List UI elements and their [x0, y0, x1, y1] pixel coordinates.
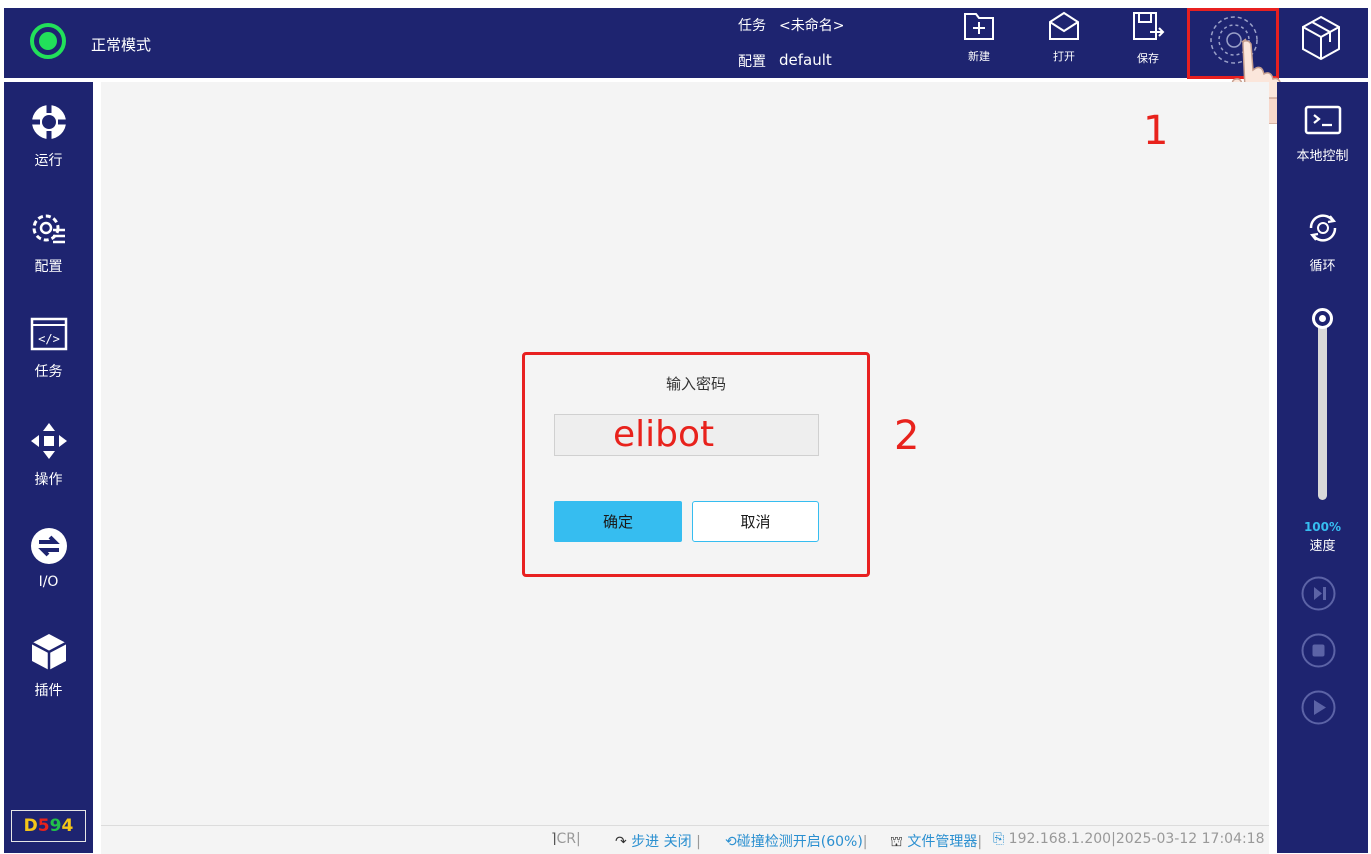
task-code-icon: </>: [29, 315, 69, 353]
badge-char: 9: [49, 816, 62, 836]
config-key: 配置: [738, 54, 766, 70]
annotation-step-1: 1: [1143, 108, 1169, 154]
local-control-button[interactable]: 本地控制: [1277, 104, 1368, 164]
sidebar-item-config[interactable]: 配置: [4, 208, 93, 276]
password-value: elibot: [613, 414, 715, 455]
speed-slider-track[interactable]: [1318, 320, 1327, 500]
step-play-button[interactable]: [1300, 575, 1337, 612]
step-status[interactable]: ↷ 步进 关闭 |: [615, 831, 701, 851]
robot-logo-icon[interactable]: [1299, 14, 1343, 62]
annotation-step-2: 2: [894, 413, 920, 459]
stop-button[interactable]: [1300, 632, 1337, 669]
confirm-button[interactable]: 确定: [554, 501, 682, 542]
file-manager-link[interactable]: ⛫ 文件管理器|: [890, 831, 982, 852]
loop-button[interactable]: 循环: [1277, 208, 1368, 274]
config-value[interactable]: default: [779, 51, 832, 69]
save-button[interactable]: 保存: [1123, 10, 1173, 66]
network-icon: ⎘: [993, 831, 1005, 847]
network-status: ⎘ 192.168.1.200|2025-03-12 17:04:18: [993, 831, 1265, 847]
cancel-button[interactable]: 取消: [692, 501, 819, 542]
password-input[interactable]: elibot: [554, 414, 819, 456]
sidebar-item-label: 任务: [34, 364, 63, 380]
new-file-icon: [961, 10, 997, 42]
datetime: 2025-03-12 17:04:18: [1115, 831, 1265, 847]
sidebar-item-label: 运行: [34, 153, 63, 169]
terminal-icon: [1303, 104, 1343, 138]
step-state: 关闭: [663, 834, 692, 850]
speed-label: 速度: [1309, 539, 1336, 554]
sidebar-item-label: 配置: [34, 259, 63, 275]
status-bar: ⌉CR| ↷ 步进 关闭 | ⟲碰撞检测开启(60%)| ⛫ 文件管理器| ⎘ …: [101, 825, 1269, 854]
step-label: 步进: [631, 834, 660, 850]
play-button[interactable]: [1300, 689, 1337, 726]
collision-icon: ⟲: [725, 834, 737, 850]
file-manager-icon: ⛫: [890, 834, 903, 850]
badge-char: 4: [61, 816, 74, 836]
new-button[interactable]: 新建: [954, 10, 1004, 64]
file-manager-label: 文件管理器: [907, 834, 978, 850]
loop-label: 循环: [1309, 259, 1336, 274]
status-indicator-icon: [29, 22, 67, 60]
io-arrows-icon: [29, 526, 69, 566]
ip-address: 192.168.1.200: [1008, 831, 1112, 847]
move-arrows-icon: [29, 421, 69, 461]
dialog-title: 输入密码: [665, 375, 726, 393]
mode-label: 正常模式: [91, 36, 152, 54]
task-value[interactable]: <未命名>: [779, 15, 844, 35]
sidebar-item-operate[interactable]: 操作: [4, 421, 93, 489]
cr-status: ⌉CR|: [551, 831, 581, 847]
svg-text:</>: </>: [38, 332, 60, 346]
local-control-label: 本地控制: [1296, 149, 1349, 164]
sidebar-item-label: 插件: [34, 683, 63, 699]
task-key: 任务: [738, 18, 766, 34]
cr-label: CR: [556, 831, 576, 847]
speed-slider-handle[interactable]: [1312, 308, 1333, 329]
sidebar-item-task[interactable]: </> 任务: [4, 315, 93, 381]
sidebar-item-label: I/O: [38, 574, 59, 590]
step-arrow-icon: ↷: [615, 834, 627, 850]
app-window: 正常模式 任务 <未命名> 配置 default 新建 打开 保存 运行 配置 …: [0, 0, 1371, 854]
plugin-box-icon: [29, 632, 69, 672]
play-icon: [1300, 689, 1337, 726]
badge-char: D: [23, 816, 38, 836]
save-icon: [1130, 10, 1166, 44]
save-button-label: 保存: [1137, 52, 1159, 65]
password-dialog: 输入密码 elibot 确定 取消: [522, 352, 870, 577]
version-badge: D594: [11, 810, 86, 842]
collision-label: 碰撞检测开启(60%): [736, 834, 863, 850]
loop-icon: [1303, 208, 1343, 248]
step-forward-icon: [1300, 575, 1337, 612]
new-button-label: 新建: [968, 50, 990, 63]
sidebar-item-label: 操作: [34, 472, 63, 488]
run-icon: [29, 102, 69, 142]
open-button-label: 打开: [1053, 50, 1075, 63]
stop-icon: [1300, 632, 1337, 669]
badge-char: 5: [37, 816, 50, 836]
sidebar-item-plugin[interactable]: 插件: [4, 632, 93, 700]
sidebar-item-io[interactable]: I/O: [4, 526, 93, 590]
speed-value: 100%: [1303, 520, 1342, 534]
open-button[interactable]: 打开: [1039, 10, 1089, 64]
collision-status[interactable]: ⟲碰撞检测开启(60%)|: [725, 831, 868, 851]
open-envelope-icon: [1046, 10, 1082, 42]
config-gear-icon: [29, 208, 69, 248]
sidebar-item-run[interactable]: 运行: [4, 102, 93, 170]
